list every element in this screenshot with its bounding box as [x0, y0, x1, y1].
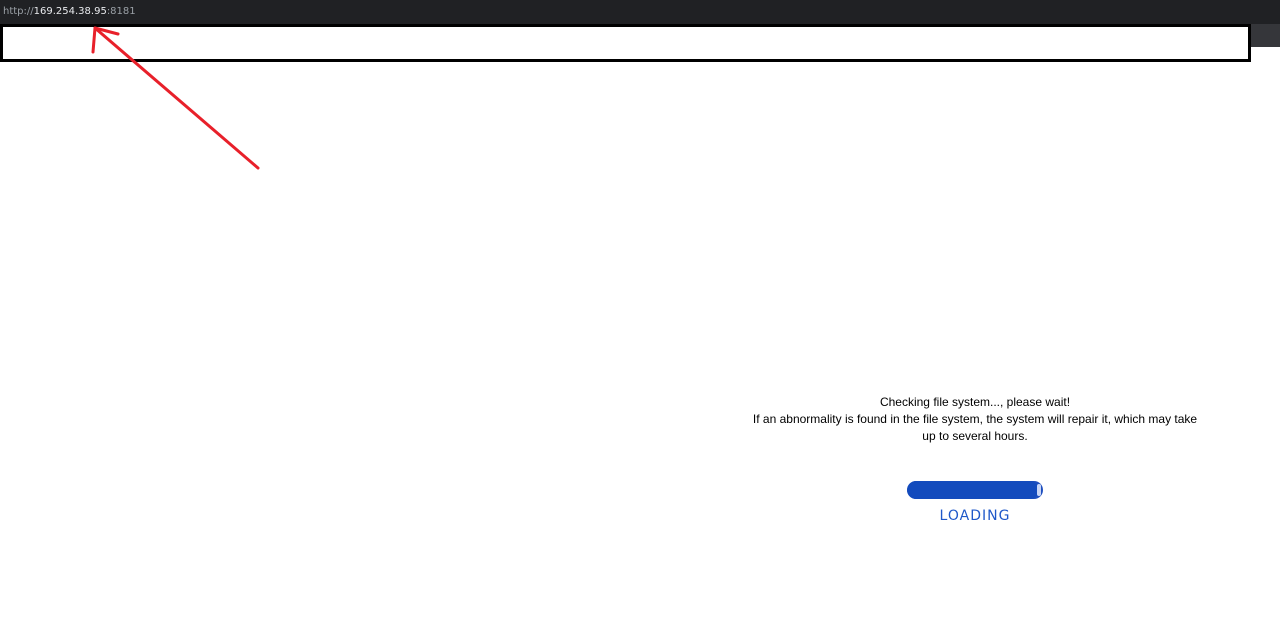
status-panel: Checking file system..., please wait! If… — [750, 394, 1200, 524]
annotation-arrow — [91, 26, 260, 170]
browser-address-bar[interactable]: http://169.254.38.95:8181 — [0, 0, 1280, 24]
address-url[interactable]: http://169.254.38.95:8181 — [3, 6, 136, 17]
progress-fill — [907, 481, 1039, 499]
status-line-1: Checking file system..., please wait! — [879, 395, 1071, 409]
status-line-2: If an abnormality is found in the file s… — [752, 412, 1198, 443]
loading-label: LOADING — [939, 508, 1011, 524]
progress-bar — [907, 481, 1043, 499]
url-port: :8181 — [106, 6, 136, 17]
highlight-box — [0, 24, 1251, 62]
progress-cap — [1037, 484, 1041, 496]
url-scheme: http:// — [3, 6, 34, 17]
url-host: 169.254.38.95 — [33, 6, 107, 17]
dark-strip — [1250, 24, 1280, 47]
